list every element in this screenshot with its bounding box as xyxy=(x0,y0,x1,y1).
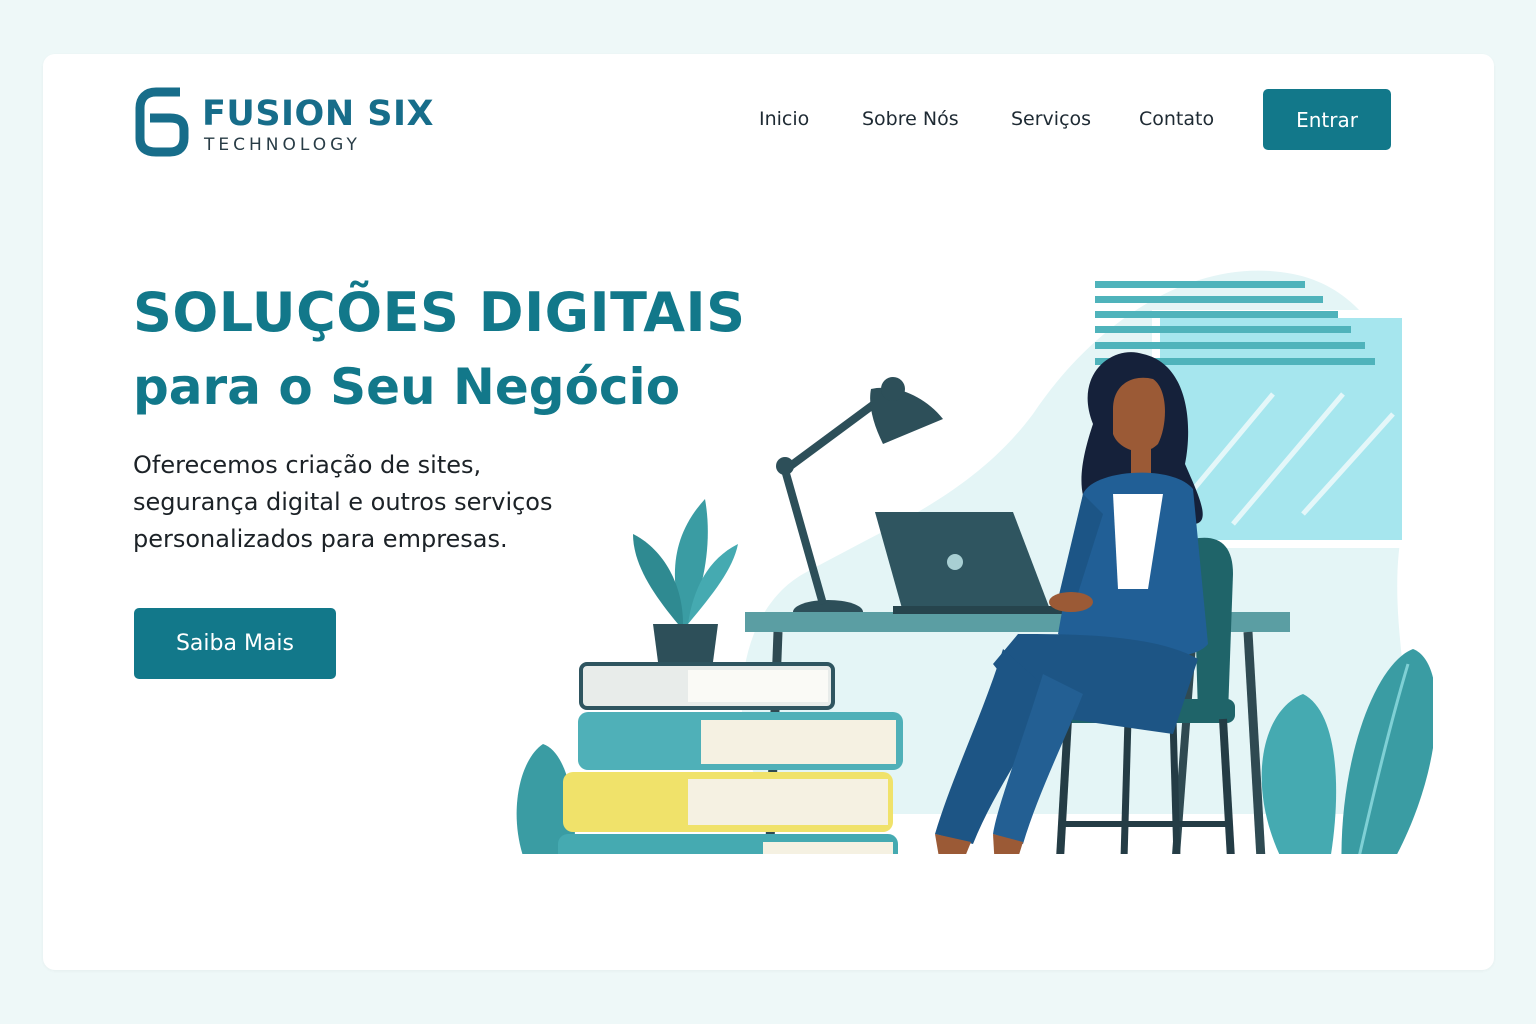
nav-sobre-nos[interactable]: Sobre Nós xyxy=(862,108,959,130)
logo-six-icon xyxy=(135,87,189,157)
nav-contato[interactable]: Contato xyxy=(1139,108,1214,130)
logo-name: FUSION SIX xyxy=(202,94,435,134)
nav-inicio[interactable]: Inicio xyxy=(759,108,809,130)
page-card: FUSION SIX TECHNOLOGY Inicio Sobre Nós S… xyxy=(43,54,1494,970)
learn-more-button[interactable]: Saiba Mais xyxy=(134,608,336,679)
nav-servicos[interactable]: Serviços xyxy=(1011,108,1091,130)
logo-subtitle: TECHNOLOGY xyxy=(204,135,361,155)
potted-plant xyxy=(633,499,738,662)
logo[interactable]: FUSION SIX TECHNOLOGY xyxy=(134,84,454,164)
woman-working-at-laptop-illustration xyxy=(516,270,1433,854)
login-button[interactable]: Entrar xyxy=(1263,89,1391,150)
